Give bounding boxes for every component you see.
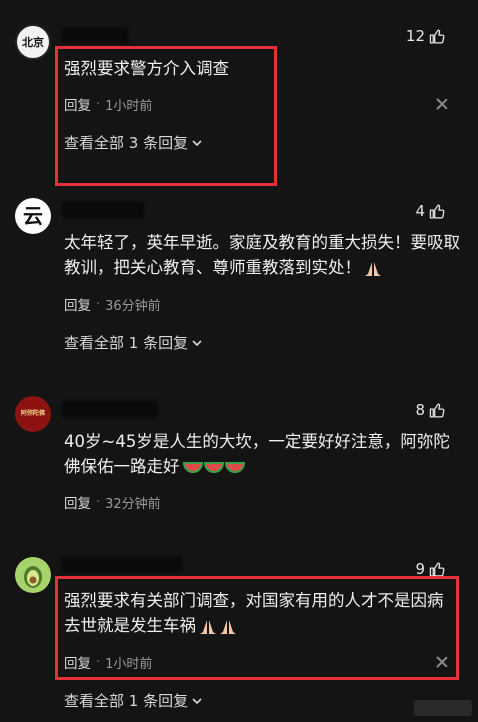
separator: · [96, 296, 101, 312]
avocado-icon [24, 566, 42, 588]
timestamp: 32分钟前 [105, 496, 161, 512]
praying-hands-icon [365, 261, 381, 276]
thumbs-up-icon [429, 203, 445, 219]
highlight-box [55, 576, 459, 680]
chevron-down-icon [192, 339, 202, 346]
watermelon-icon [182, 461, 245, 473]
close-icon[interactable] [436, 98, 448, 110]
timestamp: 36分钟前 [105, 298, 161, 314]
avatar[interactable]: 北京 [15, 24, 51, 60]
highlight-box [55, 46, 277, 186]
comment-text-body: 40岁~45岁是人生的大坎，一定要好好注意，阿弥陀佛保佑一路走好 [64, 432, 450, 476]
like-button[interactable]: 12 [406, 27, 446, 45]
username-redacted [62, 27, 128, 43]
username-redacted [62, 557, 182, 573]
comment-meta: 回复 · 36分钟前 [64, 294, 161, 315]
comment-meta: 回复 · 32分钟前 [64, 492, 161, 513]
like-count: 12 [405, 27, 425, 45]
view-replies-label: 查看全部 1 条回复 [64, 334, 189, 352]
avatar[interactable]: 阿弥陀佛 [15, 396, 51, 432]
watermark [414, 700, 472, 716]
comment-text: 太年轻了，英年早逝。家庭及教育的重大损失！要吸取教训，把关心教育、尊师重教落到实… [64, 230, 464, 280]
separator: · [96, 494, 101, 510]
chevron-down-icon [192, 697, 202, 704]
avatar-text: 阿弥陀佛 [20, 410, 45, 417]
username-redacted [62, 401, 158, 417]
thumbs-up-icon [429, 28, 445, 44]
reply-button[interactable]: 回复 [64, 492, 91, 512]
thumbs-up-icon [429, 402, 445, 418]
thumbs-up-icon [429, 561, 445, 577]
comment-text-body: 太年轻了，英年早逝。家庭及教育的重大损失！要吸取教训，把关心教育、尊师重教落到实… [64, 233, 460, 277]
view-replies-button[interactable]: 查看全部 1 条回复 [64, 332, 202, 353]
view-replies-label: 查看全部 1 条回复 [64, 692, 189, 710]
reply-button[interactable]: 回复 [64, 294, 91, 314]
like-button[interactable]: 8 [415, 401, 446, 419]
comment-text: 40岁~45岁是人生的大坎，一定要好好注意，阿弥陀佛保佑一路走好 [64, 429, 464, 479]
username-redacted [62, 202, 144, 218]
avatar[interactable]: 云 [15, 198, 51, 234]
like-count: 4 [415, 202, 425, 220]
view-replies-button[interactable]: 查看全部 1 条回复 [64, 690, 202, 711]
avatar-text: 北京 [22, 35, 44, 49]
like-count: 8 [415, 401, 425, 419]
like-button[interactable]: 4 [415, 202, 446, 220]
avatar-text: 云 [23, 204, 43, 228]
avatar[interactable] [15, 557, 51, 593]
